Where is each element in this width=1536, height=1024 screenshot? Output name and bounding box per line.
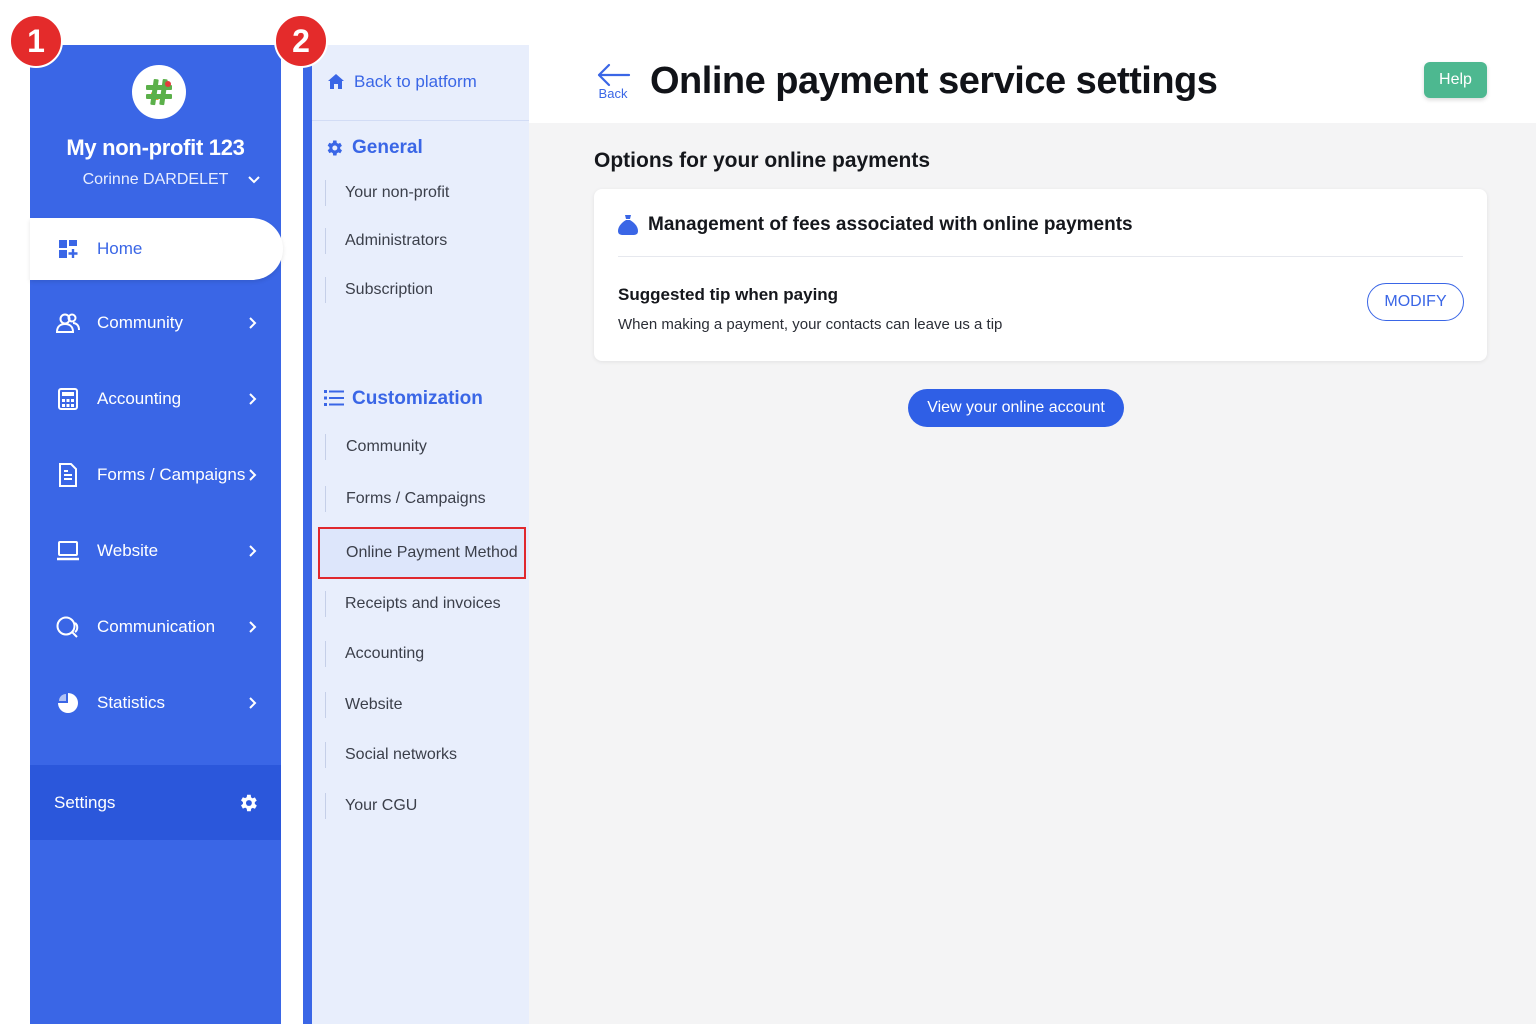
modify-button[interactable]: MODIFY [1367, 283, 1464, 321]
subnav-heading-customization: Customization [324, 388, 483, 410]
nav-item-home[interactable]: Home [30, 218, 283, 280]
money-bag-icon [618, 214, 638, 236]
subnav-heading-general: General [324, 137, 423, 159]
subnav-link-label: Subscription [345, 281, 434, 298]
org-logo[interactable] [132, 65, 186, 119]
tip-title: Suggested tip when paying [618, 285, 839, 304]
settings-subnav: Back to platform General Your non-profit… [312, 45, 529, 1024]
chat-icon [56, 615, 80, 639]
nav-item-label: Statistics [97, 693, 166, 712]
nav-item-communication[interactable]: Communication [30, 602, 281, 652]
arrow-left-icon [597, 63, 631, 87]
card-title-label: Management of fees associated with onlin… [648, 214, 1133, 235]
primary-sidebar: My non-profit 123 Corinne DARDELET Home … [30, 45, 283, 1024]
subnav-heading-label: General [352, 137, 423, 158]
user-name: Corinne DARDELET [82, 171, 229, 188]
pie-chart-icon [56, 691, 80, 715]
nav-item-forms-campaigns[interactable]: Forms / Campaigns [30, 450, 281, 500]
back-label: Back [598, 86, 628, 101]
subnav-link-label: Website [345, 696, 403, 713]
document-icon [56, 463, 80, 487]
nav-item-label: Communication [97, 617, 216, 636]
chevron-right-icon [249, 621, 257, 633]
subnav-link-label: Community [346, 438, 427, 455]
nav-item-settings[interactable]: Settings [30, 765, 281, 840]
subnav-link-label: Receipts and invoices [345, 595, 501, 612]
subnav-link-label: Social networks [345, 746, 458, 763]
subnav-link-label: Your CGU [345, 797, 418, 814]
gear-icon [324, 138, 344, 158]
org-name: My non-profit 123 [66, 135, 245, 160]
view-online-account-button[interactable]: View your online account [908, 389, 1124, 427]
help-button[interactable]: Help [1424, 62, 1487, 98]
dashboard-icon [56, 237, 80, 261]
fees-card: Management of fees associated with onlin… [594, 189, 1487, 361]
card-divider [618, 256, 1463, 257]
chevron-right-icon [249, 697, 257, 709]
subnav-link-label: Your non-profit [345, 184, 450, 201]
chevron-down-icon [248, 176, 260, 184]
subnav-link-online-payment-method[interactable]: Online Payment Method [318, 527, 526, 579]
chevron-right-icon [249, 545, 257, 557]
nav-item-label: Home [97, 239, 143, 258]
tip-description: When making a payment, your contacts can… [618, 316, 1003, 333]
step-badge-1: 1 [9, 14, 63, 68]
nav-item-label: Community [97, 313, 183, 332]
page: My non-profit 123 Corinne DARDELET Home … [0, 0, 1536, 1024]
back-to-platform-link[interactable]: Back to platform [312, 45, 529, 121]
laptop-icon [56, 539, 80, 563]
nav-item-label: Website [97, 541, 159, 560]
calculator-icon [56, 387, 80, 411]
gear-icon [241, 794, 257, 811]
nav-item-label: Forms / Campaigns [97, 465, 246, 484]
back-to-platform-label: Back to platform [354, 72, 477, 91]
subnav-heading-label: Customization [352, 388, 483, 409]
nav-item-statistics[interactable]: Statistics [30, 678, 281, 728]
nav-item-accounting[interactable]: Accounting [30, 374, 281, 424]
page-title: Online payment service settings [650, 60, 1218, 102]
section-title: Options for your online payments [594, 149, 931, 172]
subnav-link-label: Online Payment Method [346, 544, 518, 561]
settings-label: Settings [54, 792, 116, 812]
user-switcher[interactable]: Corinne DARDELET [30, 171, 281, 189]
hashtag-logo-icon [138, 71, 180, 113]
step-badge-2: 2 [274, 14, 328, 68]
chevron-right-icon [249, 317, 257, 329]
subnav-link-label: Forms / Campaigns [346, 490, 486, 507]
chevron-right-icon [249, 393, 257, 405]
community-icon [56, 311, 80, 335]
subnav-link-label: Accounting [345, 645, 425, 662]
home-icon [328, 74, 344, 89]
subnav-link-label: Administrators [345, 232, 448, 249]
nav-item-website[interactable]: Website [30, 526, 281, 576]
subnav-edge [303, 45, 312, 1024]
list-icon [324, 389, 344, 409]
back-button[interactable]: Back [593, 62, 633, 108]
chevron-right-icon [249, 469, 257, 481]
card-title: Management of fees associated with onlin… [618, 214, 1133, 236]
nav-item-label: Accounting [97, 389, 182, 408]
nav-item-community[interactable]: Community [30, 298, 281, 348]
